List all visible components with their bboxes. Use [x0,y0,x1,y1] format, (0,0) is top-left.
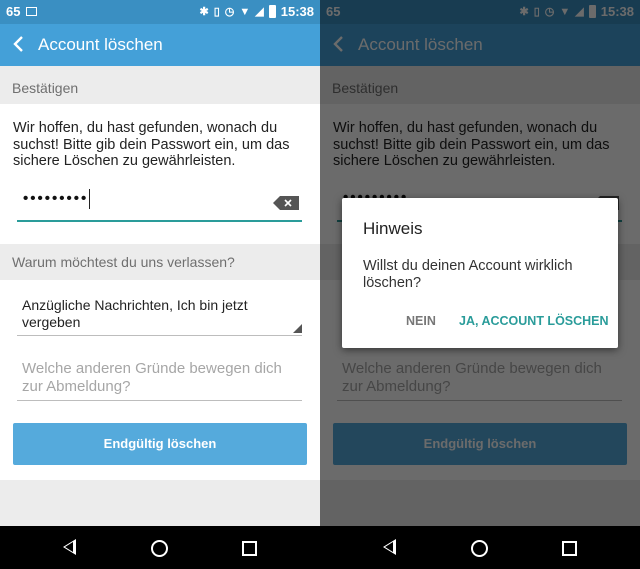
wifi-icon: ▼ [239,5,251,18]
reason-select[interactable]: Anzügliche Nachrichten, Ich bin jetzt ve… [17,297,302,336]
vibrate-icon: ▯ [213,5,220,18]
other-reasons-placeholder: Welche anderen Gründe bewegen dich zur A… [22,360,282,395]
dialog-no-button[interactable]: NEIN [406,314,436,328]
dialog-title: Hinweis [363,219,423,238]
final-delete-button[interactable]: Endgültig löschen [13,423,307,465]
image-icon [26,7,38,16]
notification-count: 65 [6,4,21,19]
dialog-yes-button[interactable]: JA, ACCOUNT LÖSCHEN [459,314,609,328]
screen-delete-account-dialog: 65 ✱ ▯ ◷ ▼ ◢ 15:38 Account löschen Bestä… [320,0,640,569]
clock: 15:38 [280,4,314,19]
nav-back-icon[interactable] [383,539,396,555]
screen-delete-account: 65 ✱ ▯ ◷ ▼ ◢ 15:38 Account löschen Bestä… [0,0,320,569]
reason-select-value: Anzügliche Nachrichten, Ich bin jetzt ve… [22,297,248,330]
page-title: Account löschen [38,35,163,54]
section-header-confirm: Bestätigen [0,66,320,104]
dialog-message: Willst du deinen Account wirklich lösche… [363,258,573,291]
nav-bar [320,526,640,569]
app-bar: Account löschen [0,24,320,66]
status-bar: 65 ✱ ▯ ◷ ▼ ◢ 15:38 [0,0,320,24]
bluetooth-icon: ✱ [199,5,209,18]
other-reasons-input[interactable]: Welche anderen Gründe bewegen dich zur A… [17,360,302,401]
nav-back-icon[interactable] [63,539,76,555]
section-title: Warum möchtest du uns verlassen? [12,254,235,270]
nav-bar [0,526,320,569]
password-input[interactable]: ••••••••• [17,188,302,222]
intro-text: Wir hoffen, du hast gefunden, wonach du … [13,120,290,169]
alarm-icon: ◷ [224,5,235,18]
backspace-icon[interactable] [273,196,299,210]
battery-icon [268,5,276,18]
section-header-reason: Warum möchtest du uns verlassen? [0,244,320,280]
chevron-left-icon[interactable] [8,33,30,55]
password-value: ••••••••• [23,189,91,209]
dropdown-arrow-icon [293,324,302,333]
nav-home-icon[interactable] [471,540,488,557]
section-title: Bestätigen [12,80,79,96]
nav-home-icon[interactable] [151,540,168,557]
confirm-dialog: Hinweis Willst du deinen Account wirklic… [342,198,618,348]
nav-recents-icon[interactable] [242,541,257,556]
nav-recents-icon[interactable] [562,541,577,556]
signal-icon: ◢ [255,5,264,18]
